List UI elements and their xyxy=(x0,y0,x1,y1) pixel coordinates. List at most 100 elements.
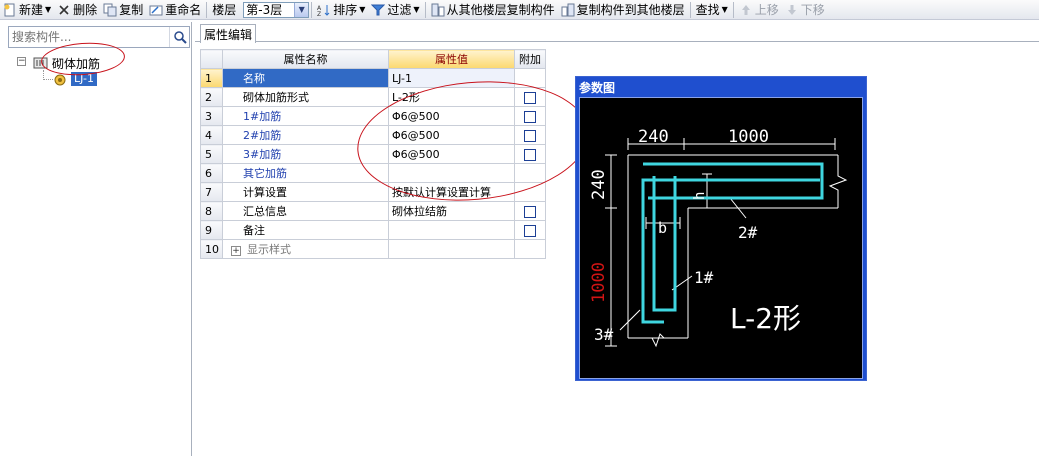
new-button[interactable]: 新建 ▼ xyxy=(0,1,54,19)
search-icon[interactable] xyxy=(169,27,189,47)
row-number: 9 xyxy=(200,220,223,240)
rename-button[interactable]: 重命名 xyxy=(146,1,204,19)
search-input[interactable] xyxy=(9,27,169,47)
toolbar-separator xyxy=(424,1,426,18)
row-number: 6 xyxy=(200,163,223,183)
extra-checkbox[interactable] xyxy=(524,224,536,237)
collapse-icon[interactable]: − xyxy=(17,57,26,66)
property-name[interactable]: 1#加筋 xyxy=(222,106,389,126)
label-h: h xyxy=(692,192,708,200)
property-grid: 属性名称 属性值 附加 1 名称 LJ-1 2 砌体加筋形式 L-2形 3 1#… xyxy=(200,49,546,259)
tree-node-lj-1[interactable]: LJ-1 xyxy=(0,71,192,88)
filter-dropdown-icon: ▼ xyxy=(413,5,420,14)
property-value[interactable]: 按默认计算设置计算 xyxy=(388,182,515,202)
table-row[interactable]: 1 名称 LJ-1 xyxy=(200,68,546,88)
property-value[interactable]: Φ6@500 xyxy=(388,125,515,145)
table-row[interactable]: 5 3#加筋 Φ6@500 xyxy=(200,144,546,164)
table-row[interactable]: 8 汇总信息 砌体拉结筋 xyxy=(200,201,546,221)
dim-240-left: 240 xyxy=(589,169,609,200)
table-row[interactable]: 4 2#加筋 Φ6@500 xyxy=(200,125,546,145)
filter-button[interactable]: 过滤 ▼ xyxy=(368,1,422,19)
tab-property-edit[interactable]: 属性编辑 xyxy=(200,24,256,43)
extra-cell xyxy=(514,144,546,164)
expand-icon[interactable]: + xyxy=(231,246,241,256)
copy-from-floor-button[interactable]: 从其他楼层复制构件 xyxy=(428,1,558,19)
floor-select[interactable]: 第-3层 ▼ xyxy=(243,1,310,18)
grid-header-row: 属性名称 属性值 附加 xyxy=(200,49,546,69)
property-value[interactable] xyxy=(388,163,515,183)
extra-cell xyxy=(514,106,546,126)
table-row[interactable]: 10 + 显示样式 xyxy=(200,239,546,259)
property-name[interactable]: 其它加筋 xyxy=(222,163,389,183)
tree-node-root[interactable]: − 砌体加筋 xyxy=(0,54,192,71)
extra-cell xyxy=(514,68,546,88)
extra-cell xyxy=(514,239,546,259)
sort-button[interactable]: AZ 排序 ▼ xyxy=(314,1,368,19)
chevron-down-icon[interactable]: ▼ xyxy=(294,2,309,17)
delete-button[interactable]: 删除 xyxy=(54,1,100,19)
param-diagram-canvas: 240 1000 240 1000 h b 2# 1# 3# L-2形 xyxy=(579,97,863,379)
move-up-button[interactable]: 上移 xyxy=(736,1,782,19)
move-up-label: 上移 xyxy=(754,3,779,17)
rename-label: 重命名 xyxy=(165,3,202,17)
property-name[interactable]: 砌体加筋形式 xyxy=(222,87,389,107)
find-button[interactable]: 查找 ▼ xyxy=(693,1,731,19)
row-number: 3 xyxy=(200,106,223,126)
label-b: b xyxy=(658,219,667,237)
property-name[interactable]: 3#加筋 xyxy=(222,144,389,164)
find-dropdown-icon: ▼ xyxy=(721,5,728,14)
move-down-button[interactable]: 下移 xyxy=(782,1,828,19)
new-dropdown-icon: ▼ xyxy=(45,5,52,14)
rebar-3 xyxy=(641,178,820,324)
extra-checkbox[interactable] xyxy=(524,129,536,142)
property-value[interactable]: Φ6@500 xyxy=(388,144,515,164)
property-value[interactable]: LJ-1 xyxy=(388,68,515,88)
property-name[interactable]: 汇总信息 xyxy=(222,201,389,221)
filter-label: 过滤 xyxy=(387,3,412,17)
grid-header-extra[interactable]: 附加 xyxy=(514,49,546,69)
table-row[interactable]: 2 砌体加筋形式 L-2形 xyxy=(200,87,546,107)
floor-select-value: 第-3层 xyxy=(246,3,283,17)
dim-240-top: 240 xyxy=(638,127,669,147)
floor-label: 楼层 xyxy=(212,3,237,17)
sort-dropdown-icon: ▼ xyxy=(359,5,366,14)
property-value[interactable]: 砌体拉结筋 xyxy=(388,201,515,221)
extra-checkbox[interactable] xyxy=(524,205,536,218)
grid-header-value[interactable]: 属性值 xyxy=(388,49,515,69)
property-value[interactable]: L-2形 xyxy=(388,87,515,107)
extra-checkbox[interactable] xyxy=(524,148,536,161)
extra-checkbox[interactable] xyxy=(524,110,536,123)
grid-header-name[interactable]: 属性名称 xyxy=(222,49,389,69)
property-name[interactable]: 名称 xyxy=(222,68,389,88)
param-diagram-window: 参数图 240 1000 240 1000 h b 2# 1# 3# L-2形 xyxy=(575,76,867,381)
table-row[interactable]: 3 1#加筋 Φ6@500 xyxy=(200,106,546,126)
grid-header-corner xyxy=(200,49,223,69)
copy-button[interactable]: 复制 xyxy=(100,1,146,19)
arrow-down-icon xyxy=(785,3,799,17)
copy-label: 复制 xyxy=(119,3,144,17)
property-value[interactable] xyxy=(388,239,515,259)
rebar-lines xyxy=(641,162,824,324)
dimension-lines xyxy=(605,138,848,348)
copy-from-floor-label: 从其他楼层复制构件 xyxy=(446,3,555,17)
new-label: 新建 xyxy=(19,3,44,17)
property-value[interactable] xyxy=(388,220,515,240)
row-number: 5 xyxy=(200,144,223,164)
property-name[interactable]: + 显示样式 xyxy=(222,239,389,259)
delete-label: 删除 xyxy=(73,3,98,17)
property-name[interactable]: 2#加筋 xyxy=(222,125,389,145)
table-row[interactable]: 7 计算设置 按默认计算设置计算 xyxy=(200,182,546,202)
toolbar-separator xyxy=(689,1,691,18)
property-name[interactable]: 计算设置 xyxy=(222,182,389,202)
extra-cell xyxy=(514,125,546,145)
property-value[interactable]: Φ6@500 xyxy=(388,106,515,126)
table-row[interactable]: 9 备注 xyxy=(200,220,546,240)
table-row[interactable]: 6 其它加筋 xyxy=(200,163,546,183)
new-icon xyxy=(3,3,17,17)
dim-1000-left: 1000 xyxy=(589,262,609,303)
extra-checkbox[interactable] xyxy=(524,91,536,104)
folder-icon xyxy=(33,55,48,70)
property-name[interactable]: 备注 xyxy=(222,220,389,240)
toolbar-separator xyxy=(311,1,313,18)
copy-to-floor-button[interactable]: 复制构件到其他楼层 xyxy=(558,1,688,19)
